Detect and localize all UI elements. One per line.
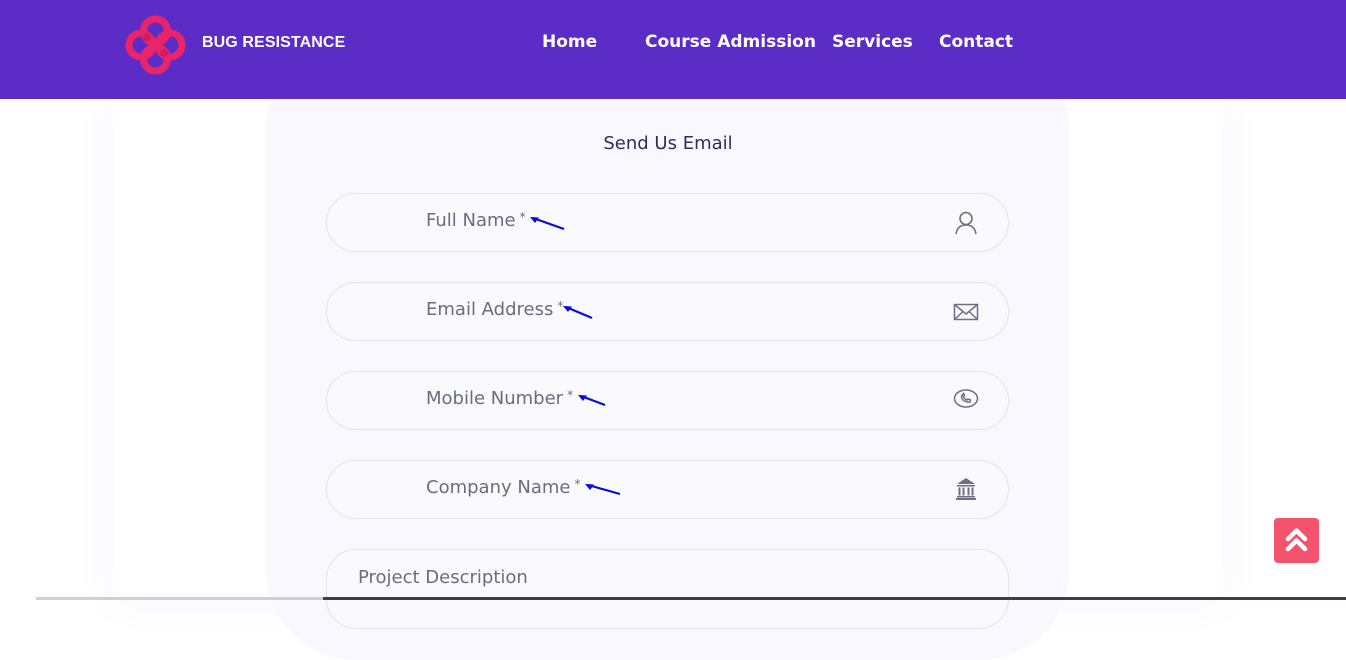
double-chevron-up-icon bbox=[1285, 528, 1308, 552]
annotation-arrow bbox=[530, 216, 565, 231]
form-title: Send Us Email bbox=[603, 133, 733, 154]
envelope-icon bbox=[953, 303, 979, 321]
email-address-field[interactable]: Email Address * bbox=[326, 282, 1009, 341]
phone-icon bbox=[953, 389, 979, 408]
annotation-arrow bbox=[578, 394, 606, 407]
nav-course-admission[interactable]: Course Admission bbox=[645, 32, 816, 52]
nav-home[interactable]: Home bbox=[542, 32, 597, 52]
logo-icon[interactable] bbox=[124, 14, 187, 76]
content-card bbox=[113, 40, 1223, 660]
full-name-field[interactable]: Full Name * bbox=[326, 193, 1009, 252]
mobile-number-placeholder: Mobile Number * bbox=[426, 388, 574, 409]
nav-contact[interactable]: Contact bbox=[939, 32, 1013, 52]
user-icon bbox=[955, 211, 977, 235]
annotation-arrow bbox=[585, 483, 621, 496]
nav-services[interactable]: Services bbox=[832, 32, 913, 52]
bank-icon bbox=[956, 478, 976, 500]
site-header: BUG RESISTANCE Home Course Admission Ser… bbox=[0, 0, 1346, 99]
project-description-textarea[interactable]: Project Description bbox=[326, 549, 1009, 629]
full-name-placeholder: Full Name * bbox=[426, 210, 526, 231]
scroll-to-top-button[interactable] bbox=[1274, 518, 1319, 563]
company-name-field[interactable]: Company Name * bbox=[326, 460, 1009, 519]
project-description-placeholder: Project Description bbox=[358, 567, 528, 588]
annotation-arrow bbox=[563, 305, 593, 320]
company-name-placeholder: Company Name * bbox=[426, 477, 581, 498]
brand-name[interactable]: BUG RESISTANCE bbox=[202, 34, 345, 52]
email-address-placeholder: Email Address * bbox=[426, 299, 564, 320]
mobile-number-field[interactable]: Mobile Number * bbox=[326, 371, 1009, 430]
